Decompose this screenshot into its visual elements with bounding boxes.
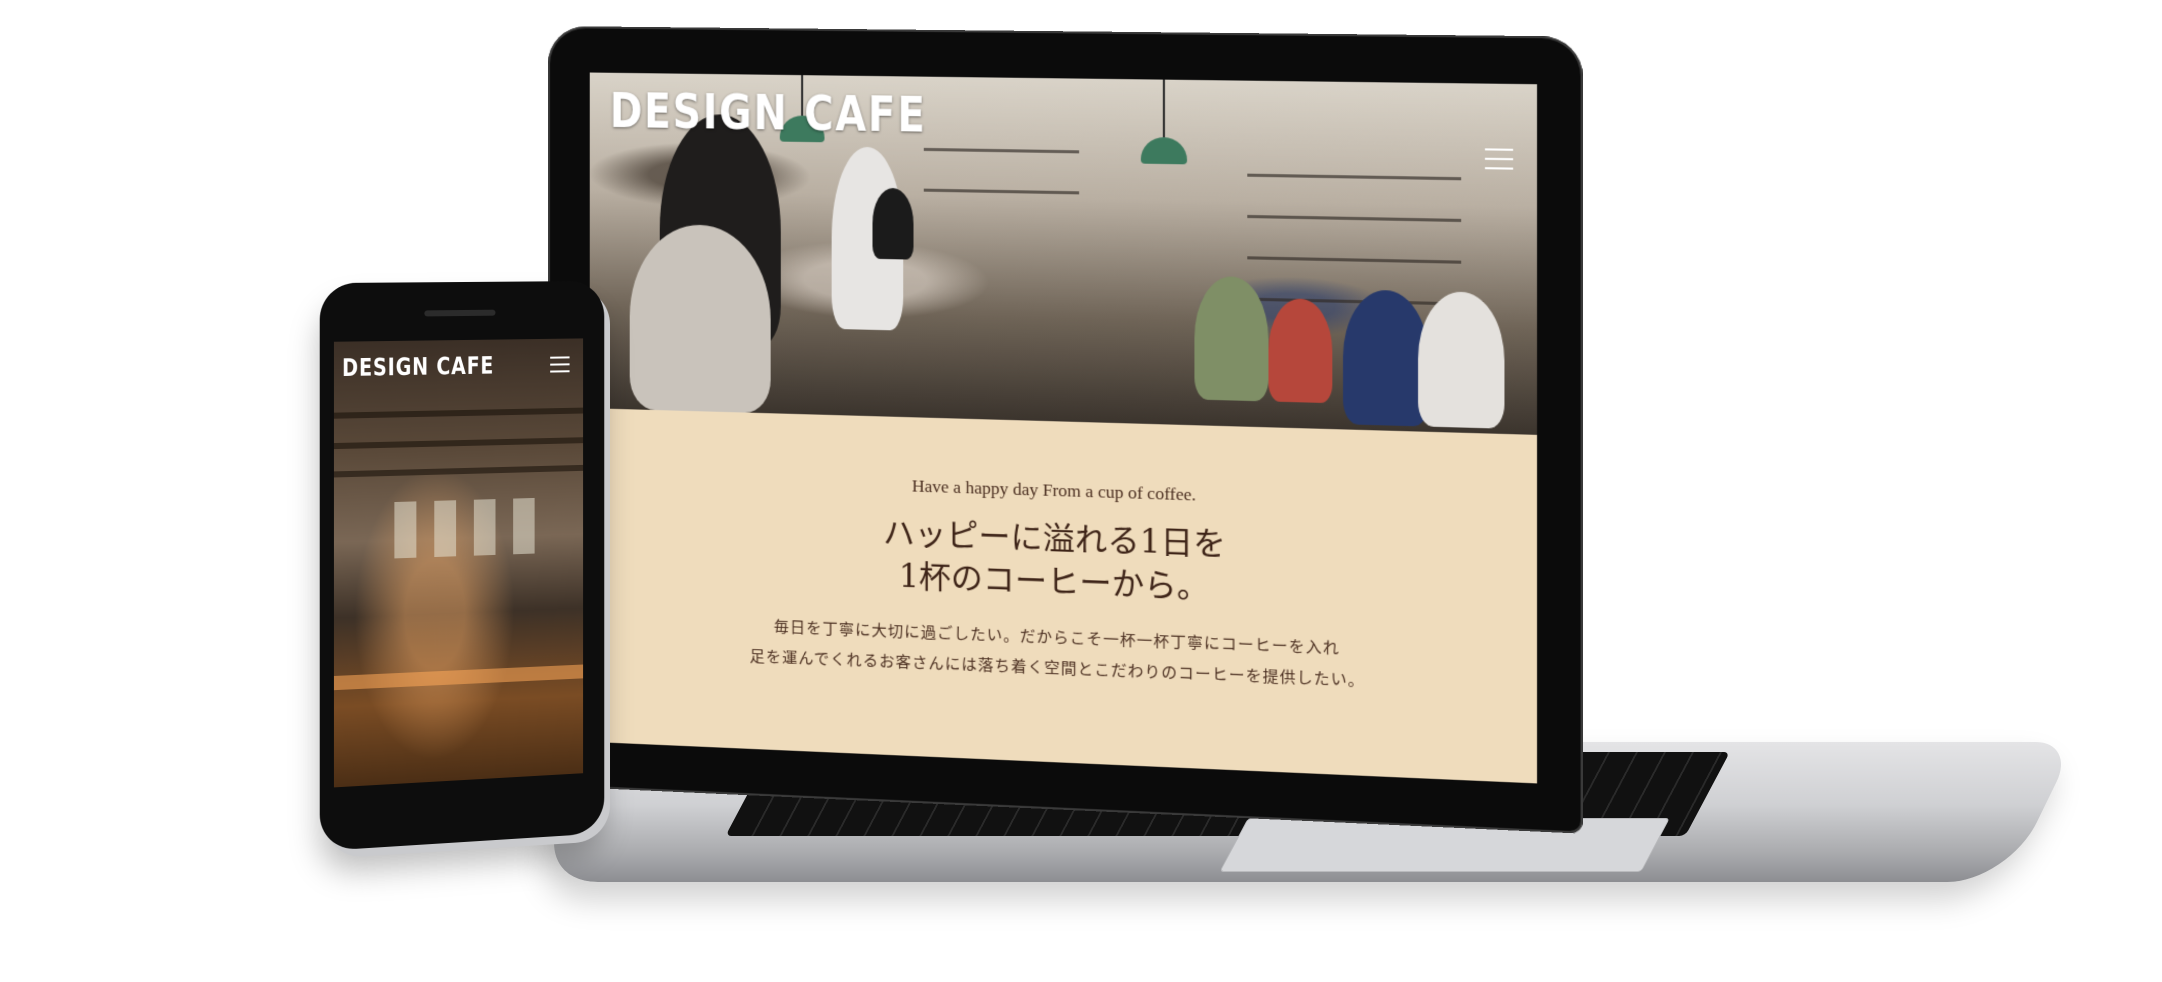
- hero-photo-cafe-interior: DESIGN CAFE: [589, 72, 1538, 435]
- device-mockup-scene: DESIGN CAFE Have a happy day From a cup …: [0, 0, 2162, 982]
- hero-shelves: [590, 73, 1537, 306]
- laptop-lid: DESIGN CAFE Have a happy day From a cup …: [548, 26, 1583, 834]
- phone-counter-light: [333, 664, 584, 691]
- phone-speaker: [424, 309, 496, 317]
- brand-logo[interactable]: DESIGN CAFE: [342, 352, 494, 383]
- brand-logo[interactable]: DESIGN CAFE: [610, 83, 927, 144]
- phone-ceiling-beams: [333, 338, 584, 478]
- hero-people: [590, 73, 1537, 429]
- smartphone: DESIGN CAFE: [319, 280, 605, 852]
- body-copy: 毎日を丁寧に大切に過ごしたい。だからこそ一杯一杯丁寧にコーヒーを入れ 足を運んで…: [590, 605, 1537, 703]
- hamburger-menu-icon[interactable]: [550, 356, 570, 374]
- hamburger-menu-icon[interactable]: [1484, 148, 1514, 171]
- phone-screen: DESIGN CAFE: [333, 338, 584, 788]
- laptop-screen: DESIGN CAFE Have a happy day From a cup …: [589, 72, 1538, 784]
- lamp-wire: [1162, 79, 1165, 138]
- phone-windows: [334, 338, 583, 559]
- headline: ハッピーに溢れる1日を 1杯のコーヒーから。: [590, 502, 1537, 621]
- intro-section: Have a happy day From a cup of coffee. ハ…: [589, 408, 1538, 784]
